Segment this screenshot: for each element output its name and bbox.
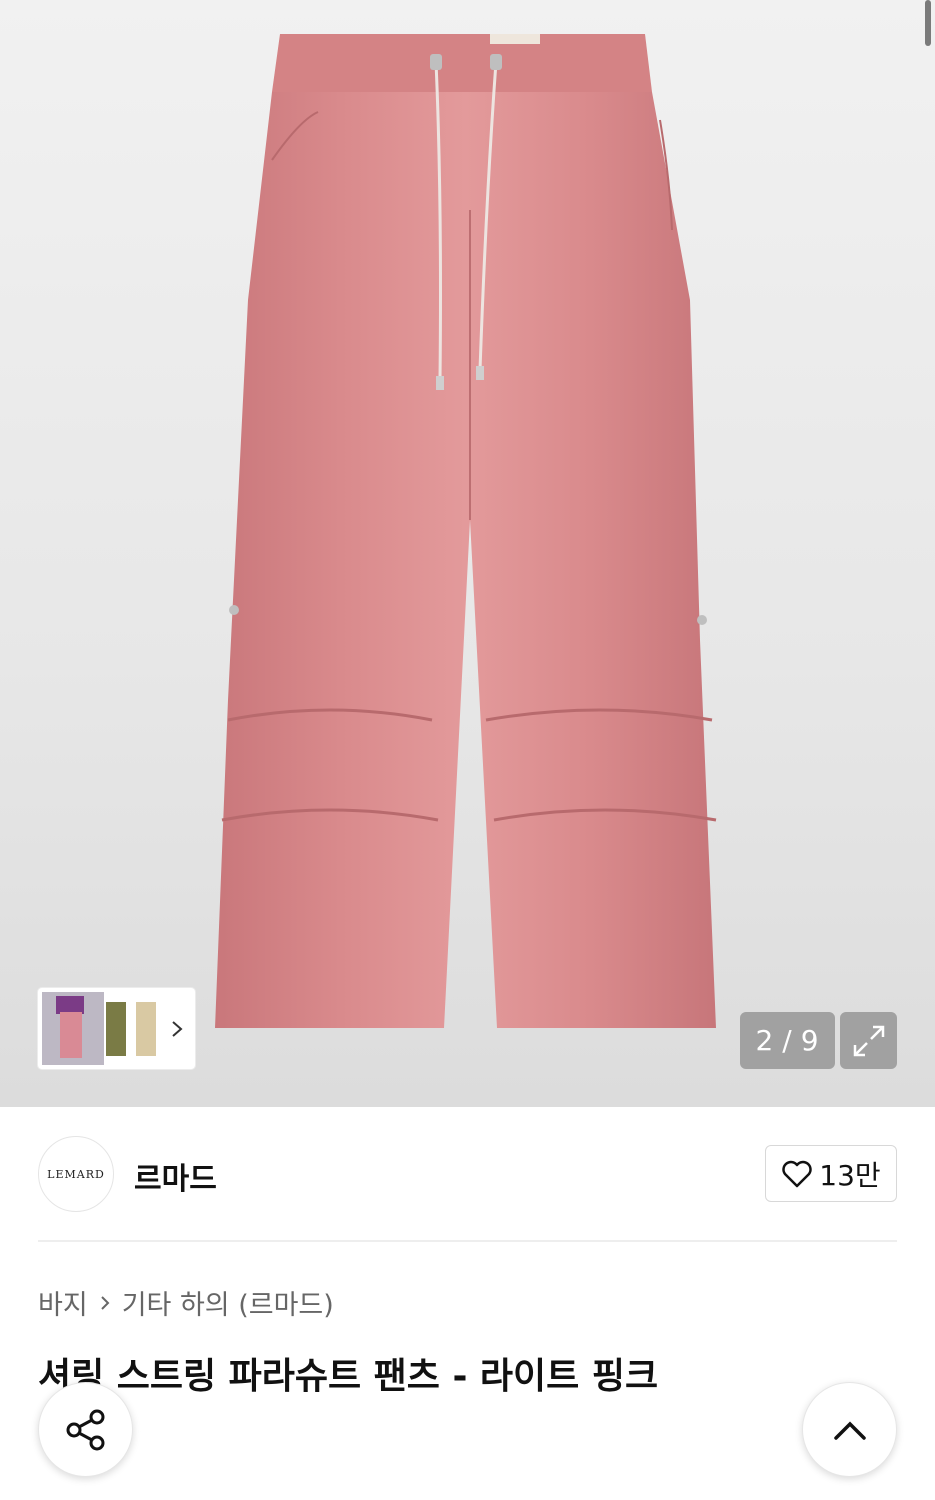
brand-logo[interactable]: LEMARD xyxy=(38,1136,114,1212)
scrollbar[interactable] xyxy=(925,0,931,46)
breadcrumb-item-category[interactable]: 바지 xyxy=(38,1283,88,1322)
like-button[interactable]: 13만 xyxy=(765,1145,897,1202)
breadcrumb-item-subcategory[interactable]: 기타 하의 (르마드) xyxy=(122,1283,334,1322)
product-title: 셔링 스트링 파라슈트 팬츠 - 라이트 핑크 xyxy=(38,1356,659,1397)
divider xyxy=(38,1240,897,1242)
variant-thumbnail-image[interactable] xyxy=(42,992,162,1065)
scroll-to-top-button[interactable] xyxy=(802,1382,897,1477)
total-image-count: 9 xyxy=(800,1024,820,1057)
chevron-right-icon[interactable] xyxy=(170,1020,184,1038)
brand-logo-text: LEMARD xyxy=(47,1167,105,1181)
brand-name[interactable]: 르마드 xyxy=(134,1154,217,1198)
chevron-right-icon xyxy=(98,1293,112,1313)
current-image-index: 2 xyxy=(755,1024,775,1057)
share-icon xyxy=(66,1409,104,1450)
chevron-up-icon xyxy=(833,1421,866,1440)
color-variant-thumbnails[interactable] xyxy=(38,988,195,1069)
counter-separator: / xyxy=(782,1024,793,1057)
breadcrumb: 바지 기타 하의 (르마드) xyxy=(38,1283,334,1322)
expand-button[interactable] xyxy=(840,1012,897,1069)
product-image[interactable] xyxy=(0,0,935,1107)
image-counter: 2 / 9 xyxy=(740,1012,835,1069)
heart-outline-icon xyxy=(782,1160,813,1187)
expand-icon xyxy=(853,1025,884,1056)
share-button[interactable] xyxy=(38,1382,133,1477)
like-count: 13만 xyxy=(819,1158,881,1192)
product-image-gallery[interactable]: 2 / 9 xyxy=(0,0,935,1107)
